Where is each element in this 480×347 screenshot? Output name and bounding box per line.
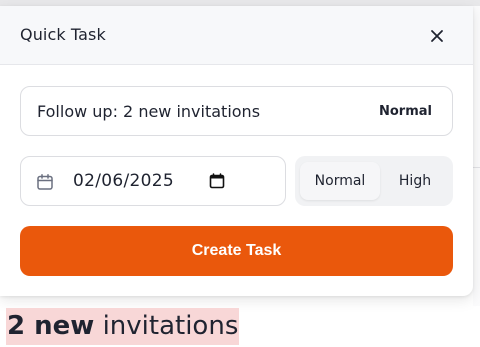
create-task-button[interactable]: Create Task (20, 226, 453, 276)
dialog-title: Quick Task (20, 25, 106, 44)
calendar-icon (37, 174, 53, 190)
snippet-bold-text: 2 new (7, 311, 95, 341)
priority-high-option[interactable]: High (380, 162, 450, 200)
quick-task-dialog: Quick Task Follow up: 2 new invitations … (0, 6, 473, 296)
priority-selector: Normal High (295, 156, 453, 206)
priority-tag: Normal (379, 104, 432, 119)
background-task-snippet: 2 new invitations (6, 308, 240, 345)
due-date-input[interactable]: 02/06/2025 (20, 156, 286, 206)
close-icon (431, 30, 443, 42)
background-divider (473, 167, 480, 168)
snippet-regular-text: invitations (94, 311, 239, 341)
dialog-header: Quick Task (0, 6, 473, 65)
close-button[interactable] (426, 25, 448, 47)
task-title-input[interactable]: Follow up: 2 new invitations Normal (20, 86, 453, 136)
task-title-value: Follow up: 2 new invitations (37, 102, 261, 121)
due-date-value: 02/06/2025 (73, 171, 174, 191)
background-panel-edge (473, 6, 480, 306)
calendar-picker-icon[interactable] (209, 173, 225, 189)
priority-normal-option[interactable]: Normal (300, 162, 380, 200)
